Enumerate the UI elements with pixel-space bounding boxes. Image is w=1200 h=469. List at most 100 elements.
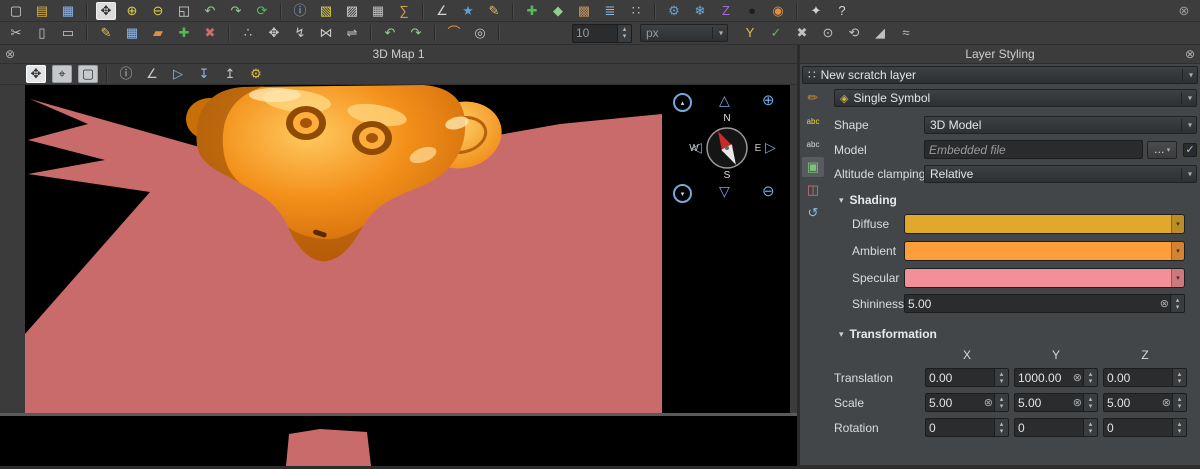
icon-undo[interactable]: ↶ [380,24,400,42]
icon-field-calculator[interactable]: ∑ [394,2,414,20]
labels-abc-icon[interactable]: abc [802,111,824,131]
icon-zoom-full-3d[interactable]: ⌖ [52,65,72,83]
icon-dock-close[interactable]: ⊗ [1174,2,1194,20]
symbol-type-select[interactable]: ◈ Single Symbol [834,89,1197,107]
spin-buttons[interactable] [1083,419,1097,436]
icon-zoom-full[interactable]: ◱ [174,2,194,20]
icon-zoom-last[interactable]: ↶ [200,2,220,20]
scale-z-input[interactable]: 5.00 ⊗ [1103,393,1187,412]
rotation-x-input[interactable]: 0 [925,418,1009,437]
icon-elevation-tool[interactable]: Z [716,2,736,20]
3d-cube-icon[interactable]: ▣ [802,157,824,177]
browse-model-button[interactable]: … ▾ [1147,141,1177,159]
zoom-out-button[interactable]: ⊖ [762,184,775,199]
icon-export-scene[interactable]: ↥ [220,65,240,83]
icon-style-tool[interactable]: ✦ [806,2,826,20]
icon-project-save[interactable]: ▦ [58,2,78,20]
icon-measure-3d[interactable]: ∠ [142,65,162,83]
icon-split-features[interactable]: ↯ [290,24,310,42]
spin-buttons[interactable] [1083,394,1097,411]
icon-add-vector-layer[interactable]: ◆ [548,2,568,20]
clear-value-icon[interactable]: ⊗ [1073,396,1082,409]
diffuse-color-button[interactable] [904,214,1185,234]
icon-configure-3d[interactable]: ⚙ [246,65,266,83]
icon-paste-features[interactable]: ▭ [58,24,78,42]
zoom-in-button[interactable]: ⊕ [762,93,775,108]
close-panel-icon[interactable]: ⊗ [1185,47,1195,61]
icon-project-new[interactable]: ▢ [6,2,26,20]
icon-map-refresh[interactable]: ⟳ [252,2,272,20]
spin-buttons[interactable] [1170,295,1184,312]
icon-add-point-layer[interactable]: ∷ [626,2,646,20]
icon-add-raster-layer[interactable]: ▩ [574,2,594,20]
icon-attribute-table[interactable]: ▦ [368,2,388,20]
scale-y-input[interactable]: 5.00 ⊗ [1014,393,1098,412]
icon-dark-sphere[interactable]: ● [742,2,762,20]
snapping-tolerance-input[interactable]: 10 [572,24,632,43]
icon-add-record[interactable]: ✚ [174,24,194,42]
icon-reverse-line[interactable]: ⇌ [342,24,362,42]
move-up-button[interactable]: △ [719,93,730,107]
translation-y-input[interactable]: 1000.00 ⊗ [1014,368,1098,387]
icon-help[interactable]: ? [832,2,852,20]
icon-identify-3d[interactable]: ⓘ [116,65,136,83]
spin-buttons[interactable] [1172,419,1186,436]
paintbrush-icon[interactable]: ✏ [802,88,824,108]
rotation-y-input[interactable]: 0 [1014,418,1098,437]
icon-move-feature[interactable]: ✥ [264,24,284,42]
icon-measure[interactable]: ∠ [432,2,452,20]
icon-select-features[interactable]: ▧ [316,2,336,20]
spin-buttons[interactable] [1172,394,1186,411]
2d-map-canvas[interactable] [0,416,797,466]
icon-simplify-feature[interactable]: ≈ [896,24,916,42]
tilt-up-button[interactable]: ▴ [673,93,692,112]
icon-processing-toolbox[interactable]: ⚙ [664,2,684,20]
icon-zoom-out[interactable]: ⊖ [148,2,168,20]
icon-copy-features[interactable]: ▯ [32,24,52,42]
icon-save-image[interactable]: ↧ [194,65,214,83]
icon-text-annotation[interactable]: ✎ [484,2,504,20]
spin-buttons[interactable] [617,25,631,42]
move-right-button[interactable]: ▷ [765,140,776,154]
icon-merge-features[interactable]: ⋈ [316,24,336,42]
layer-selector[interactable]: ∷ New scratch layer [802,66,1198,84]
icon-scale-feature[interactable]: ◢ [870,24,890,42]
spin-buttons[interactable] [994,369,1008,386]
compass[interactable] [704,125,750,171]
clear-value-icon[interactable]: ⊗ [1162,396,1171,409]
mask-abc-icon[interactable]: abc [802,134,824,154]
history-icon[interactable]: ↺ [802,203,824,223]
icon-deselect-features[interactable]: ▨ [342,2,362,20]
clear-value-icon[interactable]: ⊗ [1073,371,1082,384]
icon-zoom-in[interactable]: ⊕ [122,2,142,20]
scale-x-input[interactable]: 5.00 ⊗ [925,393,1009,412]
icon-project-open[interactable]: ▤ [32,2,52,20]
spin-buttons[interactable] [994,394,1008,411]
specular-color-button[interactable] [904,268,1185,288]
rotation-z-input[interactable]: 0 [1103,418,1187,437]
snapping-unit-select[interactable]: px [640,24,728,42]
icon-enable-tracing[interactable]: ✓ [766,24,786,42]
transformation-group-header[interactable]: ▾ Transformation [839,327,1197,341]
icon-save-edits[interactable]: ▦ [122,24,142,42]
altitude-clamping-select[interactable]: Relative [924,165,1197,183]
icon-stream-digitizing[interactable]: Y [740,24,760,42]
icon-redo[interactable]: ↷ [406,24,426,42]
icon-toggle-editing[interactable]: ✎ [96,24,116,42]
icon-plugin-orange[interactable]: ◉ [768,2,788,20]
translation-x-input[interactable]: 0.00 [925,368,1009,387]
icon-add-mesh-layer[interactable]: ≣ [600,2,620,20]
icon-pan-map[interactable]: ✥ [96,2,116,20]
model-file-input[interactable] [924,140,1143,159]
tilt-down-button[interactable]: ▾ [673,184,692,203]
icon-vertex-tool[interactable]: ∴ [238,24,258,42]
icon-camera-control[interactable]: ✥ [26,65,46,83]
spin-buttons[interactable] [994,419,1008,436]
icon-digitize-polygon[interactable]: ▰ [148,24,168,42]
spin-buttons[interactable] [1083,369,1097,386]
icon-play-animation[interactable]: ▷ [168,65,188,83]
clear-value-icon[interactable]: ⊗ [1160,297,1169,310]
icon-identify-features[interactable]: ⓘ [290,2,310,20]
icon-navigation-toggle[interactable]: ▢ [78,65,98,83]
icon-snap-target[interactable]: ⊙ [818,24,838,42]
